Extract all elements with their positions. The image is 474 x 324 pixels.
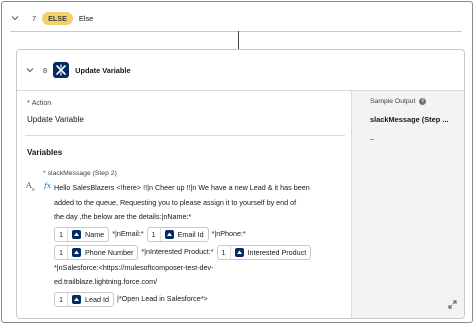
formula-icon: fx (44, 181, 52, 190)
divider (25, 135, 345, 136)
step-number: 8 (43, 65, 48, 75)
step-header[interactable]: 8 Update Variable (17, 50, 464, 91)
step-title: Update Variable (75, 65, 131, 75)
formula-line: 1 Lead Id |*Open Lead in Salesforce*> (54, 291, 344, 308)
flow-connector (238, 31, 239, 49)
data-pill-email[interactable]: 1 Email Id (146, 226, 209, 242)
salesforce-icon (72, 247, 81, 257)
else-step-row[interactable]: 7 ELSE Else (10, 10, 93, 26)
data-pill-phone[interactable]: 1 Phone Number (54, 244, 139, 260)
sample-output-label: Sample Output i (370, 98, 427, 105)
flow-canvas: 7 ELSE Else 8 Update Variable * Action Up… (1, 1, 473, 323)
variable-field-label: * slackMessage (Step 2) (43, 170, 117, 177)
update-variable-step-card: 8 Update Variable * Action Update Variabl… (16, 49, 465, 319)
step-config-panel: * Action Update Variable Variables * slack… (17, 91, 351, 318)
formula-text: *|nEmail:* (112, 228, 144, 238)
data-pill-lead-id[interactable]: 1 Lead Id (54, 291, 114, 307)
salesforce-icon (234, 247, 244, 257)
action-value[interactable]: Update Variable (27, 115, 84, 124)
formula-line: 1 Phone Number *|nInterested Product:* 1… (54, 244, 344, 261)
formula-text: *|nInterested Product:* (141, 246, 214, 256)
data-pill-name[interactable]: 1 Name (54, 226, 110, 242)
else-step-number: 7 (32, 13, 37, 23)
formula-line: ed.trailblaze.lightning.force.com/ (54, 277, 158, 287)
salesforce-icon (164, 229, 174, 239)
update-variable-icon (53, 62, 70, 78)
else-label: Else (78, 13, 94, 23)
required-marker: * (43, 170, 46, 177)
sample-output-variable: slackMessage (Step ... (370, 115, 449, 124)
divider (10, 31, 462, 32)
info-icon[interactable]: i (419, 98, 427, 105)
formula-line: the day ,the below are the details:|nNam… (54, 212, 192, 222)
formula-line: added to the queue, Requesting you to pl… (54, 197, 297, 207)
sample-output-value: – (370, 134, 375, 143)
data-pill-interested-product[interactable]: 1 Interested Product (216, 244, 312, 260)
action-label: * Action (27, 100, 52, 107)
formula-line: 1 Name *|nEmail:* 1 Email Id *|nPhone:* (54, 226, 344, 243)
formula-line: Hello SalesBlazers <!here> !!|n Cheer up… (54, 183, 310, 192)
sample-output-panel: Sample Output i slackMessage (Step ... – (351, 91, 464, 318)
chevron-down-icon[interactable] (10, 13, 20, 23)
formula-text: *|nPhone:* (211, 228, 246, 238)
variables-heading: Variables (27, 148, 63, 157)
else-badge: ELSE (42, 11, 73, 25)
formula-line: *|nSalesforce:<https://mulesoftcomposer-… (54, 262, 214, 272)
salesforce-icon (72, 229, 81, 239)
required-marker: * (27, 100, 30, 107)
chevron-down-icon[interactable] (25, 65, 35, 75)
formula-text: |*Open Lead in Salesforce*> (116, 294, 208, 304)
expand-icon[interactable] (448, 300, 457, 309)
salesforce-icon (72, 294, 81, 304)
text-type-icon: Aa (26, 181, 35, 193)
formula-editor[interactable]: Hello SalesBlazers <!here> !!|n Cheer up… (54, 181, 344, 308)
